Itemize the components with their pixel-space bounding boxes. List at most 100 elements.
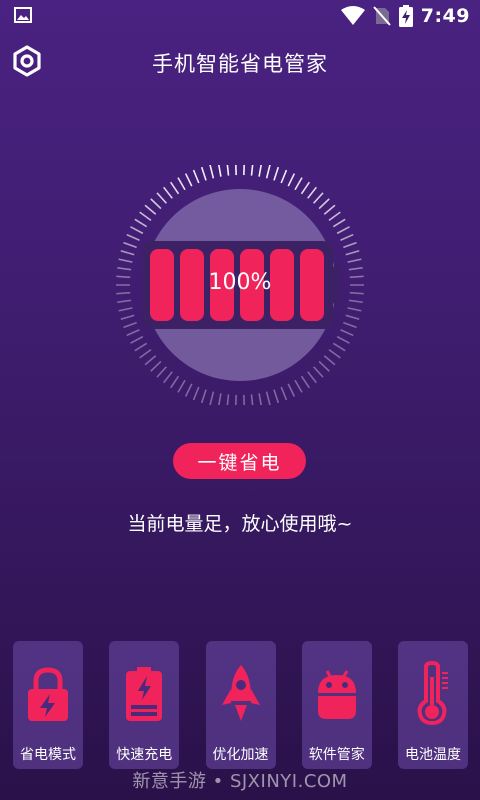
gauge-tick xyxy=(313,192,324,204)
gauge-tick xyxy=(345,250,360,256)
gauge-tick xyxy=(340,329,354,337)
gauge-tick xyxy=(318,198,330,210)
tile-label: 快速充电 xyxy=(116,747,173,763)
gauge-tick xyxy=(336,335,350,344)
gauge-tick xyxy=(118,307,133,312)
gauge-tick xyxy=(340,233,354,241)
gauge-tick xyxy=(144,355,157,366)
gauge-tick xyxy=(294,177,303,191)
gauge-tick xyxy=(130,335,144,344)
gauge-tick xyxy=(258,393,262,405)
thermometer-icon xyxy=(417,661,448,725)
gauge-tick xyxy=(126,329,140,337)
battery-charging-icon xyxy=(398,5,413,27)
android-icon xyxy=(317,670,356,719)
one-key-save-button[interactable]: 一键省电 xyxy=(173,443,306,479)
gauge-tick xyxy=(332,218,346,228)
tile-label: 优化加速 xyxy=(212,747,269,763)
status-icons: 7:49 xyxy=(340,4,470,28)
gauge-tick xyxy=(300,375,311,389)
gauge-tick xyxy=(118,258,133,263)
gauge-tick xyxy=(250,165,254,176)
gauge-tick xyxy=(307,371,317,384)
app-bar: 手机智能省电管家 xyxy=(0,36,480,88)
gauge-tick xyxy=(280,169,288,184)
gauge-tick xyxy=(209,391,215,405)
tile-label: 电池温度 xyxy=(405,747,461,763)
gauge-tick xyxy=(343,321,357,329)
gauge-tick xyxy=(192,169,200,184)
gauge-tick xyxy=(200,166,207,181)
gauge-tick xyxy=(169,181,180,195)
battery-percent: 100% xyxy=(208,270,272,295)
wifi-icon xyxy=(340,6,365,25)
gauge-tick xyxy=(169,375,180,389)
tile-label: 省电模式 xyxy=(20,747,76,763)
gauge-tick xyxy=(130,226,144,235)
gauge-tick xyxy=(184,173,193,187)
gauge-tick xyxy=(250,394,254,405)
gauge-tick xyxy=(120,250,135,256)
gauge-tick xyxy=(347,307,362,312)
gauge-tick xyxy=(150,198,162,210)
tile-optimize-speed[interactable]: 优化加速 xyxy=(205,641,276,769)
gauge-tick xyxy=(226,165,230,176)
gauge-tick xyxy=(307,186,317,199)
gauge-tick xyxy=(123,241,137,249)
gauge-tick xyxy=(123,321,137,329)
gauge-tick xyxy=(328,211,341,221)
gauge-tick xyxy=(300,181,311,195)
gauge-tick xyxy=(226,394,230,405)
tile-power-saving-mode[interactable]: 省电模式 xyxy=(13,641,83,769)
gauge-tick xyxy=(120,314,135,320)
gauge-tick xyxy=(126,233,140,241)
tile-battery-temperature[interactable]: 电池温度 xyxy=(398,641,468,769)
gauge-tick xyxy=(117,299,132,304)
no-sim-icon xyxy=(372,6,391,26)
gauge-tick xyxy=(134,342,148,352)
gauge-tick xyxy=(343,241,357,249)
watermark: 新意手游 • SJXINYI.COM xyxy=(132,771,348,792)
gauge-tick xyxy=(287,173,296,187)
tile-label: 软件管家 xyxy=(308,747,365,763)
gauge-tick xyxy=(139,211,152,221)
tile-app-manager[interactable]: 软件管家 xyxy=(301,641,372,769)
gauge-tick xyxy=(336,226,350,235)
tile-fast-charge[interactable]: 快速充电 xyxy=(109,641,180,769)
image-icon xyxy=(14,7,32,23)
gauge-tick xyxy=(313,366,324,378)
feature-tiles: 省电模式 快速充电 优化加速 软件管家 电池温度 xyxy=(13,641,468,781)
gauge-tick xyxy=(144,204,157,215)
gauge-tick xyxy=(273,166,280,181)
gauge-tick xyxy=(177,379,186,393)
page-title: 手机智能省电管家 xyxy=(152,52,328,76)
status-bar: 7:49 xyxy=(0,0,480,32)
gauge-tick xyxy=(273,389,280,404)
gauge-tick xyxy=(280,386,288,401)
lock-bolt-icon xyxy=(28,667,68,721)
gauge-tick xyxy=(332,342,346,352)
gauge-tick xyxy=(265,391,271,405)
gauge-tick xyxy=(265,165,271,179)
gauge-tick xyxy=(323,355,336,366)
clock: 7:49 xyxy=(420,5,470,27)
gauge-tick xyxy=(218,165,222,177)
gauge-tick xyxy=(192,386,200,401)
gauge-tick xyxy=(218,393,222,405)
gauge-tick xyxy=(347,258,362,263)
gauge-tick xyxy=(348,299,363,304)
gauge-tick xyxy=(209,165,215,179)
gauge-tick xyxy=(163,371,173,384)
status-message: 当前电量足，放心使用哦~ xyxy=(127,513,353,535)
rocket-icon xyxy=(221,665,260,721)
gauge-tick xyxy=(287,383,296,397)
gauge-tick xyxy=(328,349,341,359)
gauge-tick xyxy=(318,360,330,372)
gauge-tick xyxy=(345,314,360,320)
gauge-tick xyxy=(184,383,193,397)
gauge-tick xyxy=(156,192,167,204)
gauge-tick xyxy=(139,349,152,359)
gauge-tick xyxy=(134,218,148,228)
battery-bolt-icon xyxy=(126,667,163,721)
gauge-tick xyxy=(258,165,262,177)
